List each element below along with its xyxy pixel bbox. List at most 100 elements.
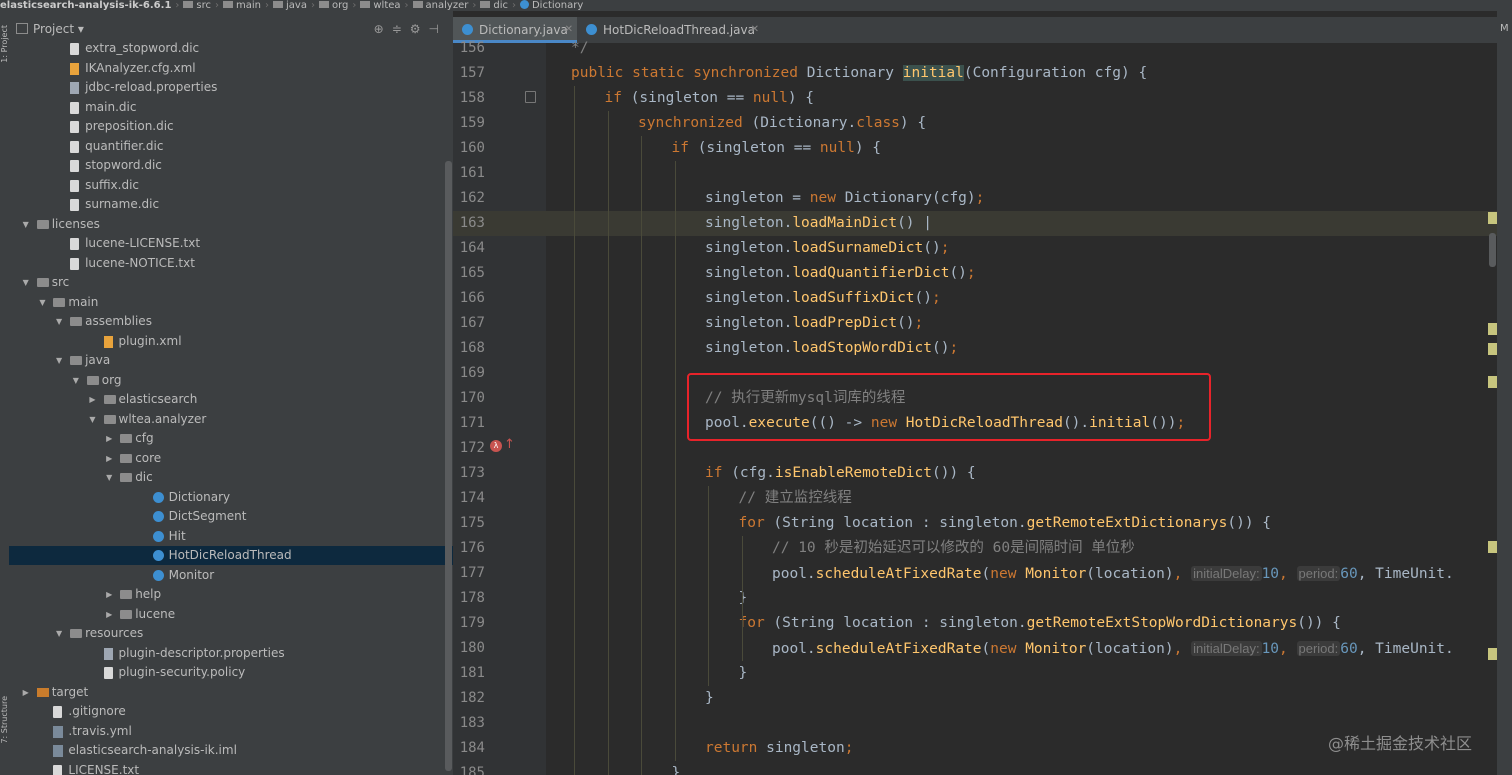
tree-item[interactable]: Monitor: [9, 566, 453, 585]
tree-item[interactable]: DictSegment: [9, 507, 453, 526]
breadcrumb-item[interactable]: org: [332, 0, 348, 10]
code-line[interactable]: 156 */: [453, 36, 1503, 61]
tree-item[interactable]: ▶ core: [9, 449, 453, 468]
structure-tool-window-label[interactable]: 7: Structure: [0, 696, 9, 744]
expanded-arrow-icon[interactable]: ▼: [54, 624, 64, 643]
breadcrumb-item[interactable]: dic: [493, 0, 508, 10]
tree-item[interactable]: suffix.dic: [9, 176, 453, 195]
code-line[interactable]: 173 if (cfg.isEnableRemoteDict()) {: [453, 461, 1503, 486]
collapsed-arrow-icon[interactable]: ▶: [88, 390, 98, 409]
expanded-arrow-icon[interactable]: ▼: [54, 351, 64, 370]
tree-item[interactable]: ▼ src: [9, 273, 453, 292]
tree-item[interactable]: ▼ licenses: [9, 215, 453, 234]
editor-scrollbar[interactable]: [1489, 233, 1496, 267]
tree-item[interactable]: Dictionary: [9, 488, 453, 507]
lambda-icon[interactable]: λ: [490, 440, 502, 452]
error-stripe-mark[interactable]: [1488, 212, 1497, 224]
code-line[interactable]: 157 public static synchronized Dictionary…: [453, 61, 1503, 86]
collapsed-arrow-icon[interactable]: ▶: [104, 429, 114, 448]
tree-item[interactable]: ▶ cfg: [9, 429, 453, 448]
code-line[interactable]: 178}: [453, 586, 1503, 611]
tree-item[interactable]: lucene-LICENSE.txt: [9, 234, 453, 253]
gear-icon[interactable]: ⚙: [410, 22, 429, 36]
tree-item[interactable]: ▼ assemblies: [9, 312, 453, 331]
expanded-arrow-icon[interactable]: ▼: [54, 312, 64, 331]
error-stripe-mark[interactable]: [1488, 376, 1497, 388]
code-line[interactable]: 181}: [453, 661, 1503, 686]
tree-item[interactable]: extra_stopword.dic: [9, 39, 453, 58]
error-stripe-mark[interactable]: [1488, 323, 1497, 335]
collapsed-arrow-icon[interactable]: ▶: [104, 449, 114, 468]
tree-item[interactable]: preposition.dic: [9, 117, 453, 136]
tree-item[interactable]: ▶ target: [9, 683, 453, 702]
tree-item[interactable]: ▼ wltea.analyzer: [9, 410, 453, 429]
expanded-arrow-icon[interactable]: ▼: [37, 293, 47, 312]
breadcrumb-item[interactable]: Dictionary: [532, 0, 583, 10]
expanded-arrow-icon[interactable]: ▼: [21, 215, 31, 234]
tree-item[interactable]: IKAnalyzer.cfg.xml: [9, 59, 453, 78]
breadcrumb-item[interactable]: analyzer: [426, 0, 469, 10]
breadcrumb-item[interactable]: main: [236, 0, 261, 10]
collapsed-arrow-icon[interactable]: ▶: [21, 683, 31, 702]
breadcrumb-item[interactable]: java: [286, 0, 307, 10]
tree-item[interactable]: ▶ elasticsearch: [9, 390, 453, 409]
tree-item[interactable]: Hit: [9, 527, 453, 546]
tree-item[interactable]: quantifier.dic: [9, 137, 453, 156]
maven-tool-window-label[interactable]: M: [1500, 23, 1509, 34]
tree-item[interactable]: ▼ java: [9, 351, 453, 370]
tree-item[interactable]: .travis.yml: [9, 722, 453, 741]
code-line[interactable]: 161: [453, 161, 1503, 186]
target-icon[interactable]: ⊕: [374, 22, 392, 36]
code-line[interactable]: 165 singleton.loadQuantifierDict();: [453, 261, 1503, 286]
project-scrollbar[interactable]: [445, 161, 452, 771]
code-line[interactable]: 166 singleton.loadSuffixDict();: [453, 286, 1503, 311]
tree-item[interactable]: plugin-descriptor.properties: [9, 644, 453, 663]
code-line[interactable]: 163 singleton.loadMainDict() |: [453, 211, 1503, 236]
code-line[interactable]: 174 // 建立监控线程: [453, 486, 1503, 511]
override-arrow-icon[interactable]: ↑: [504, 437, 515, 452]
code-line[interactable]: 180 pool.scheduleAtFixedRate(new Monitor(…: [453, 636, 1503, 661]
tree-item[interactable]: elasticsearch-analysis-ik.iml: [9, 741, 453, 760]
error-stripe-mark[interactable]: [1488, 343, 1497, 355]
code-line[interactable]: 159 synchronized (Dictionary.class) {: [453, 111, 1503, 136]
breadcrumb-item[interactable]: wltea: [373, 0, 400, 10]
tree-item[interactable]: plugin-security.policy: [9, 663, 453, 682]
code-line[interactable]: 175 for (String location : singleton.getR…: [453, 511, 1503, 536]
tree-item[interactable]: surname.dic: [9, 195, 453, 214]
expanded-arrow-icon[interactable]: ▼: [88, 410, 98, 429]
code-line[interactable]: 167 singleton.loadPrepDict();: [453, 311, 1503, 336]
code-line[interactable]: 158 if (singleton == null) {: [453, 86, 1503, 111]
tree-item[interactable]: plugin.xml: [9, 332, 453, 351]
code-line[interactable]: 182}: [453, 686, 1503, 711]
code-line[interactable]: 177 pool.scheduleAtFixedRate(new Monitor(…: [453, 561, 1503, 586]
code-line[interactable]: 179 for (String location : singleton.getR…: [453, 611, 1503, 636]
code-line[interactable]: 162 singleton = new Dictionary(cfg);: [453, 186, 1503, 211]
breadcrumb-item[interactable]: elasticsearch-analysis-ik-6.6.1: [0, 0, 171, 10]
expanded-arrow-icon[interactable]: ▼: [104, 468, 114, 487]
fold-icon[interactable]: [525, 91, 536, 103]
tree-item[interactable]: ▶ lucene: [9, 605, 453, 624]
tree-item[interactable]: lucene-NOTICE.txt: [9, 254, 453, 273]
code-line[interactable]: 176 // 10 秒是初始延迟可以修改的 60是间隔时间 单位秒: [453, 536, 1503, 561]
tree-item[interactable]: .gitignore: [9, 702, 453, 721]
tree-item[interactable]: main.dic: [9, 98, 453, 117]
collapsed-arrow-icon[interactable]: ▶: [104, 605, 114, 624]
tree-item[interactable]: stopword.dic: [9, 156, 453, 175]
tree-item[interactable]: ▼ dic: [9, 468, 453, 487]
tree-item[interactable]: ▼ main: [9, 293, 453, 312]
breadcrumb-item[interactable]: src: [196, 0, 211, 10]
tree-item[interactable]: ▶ help: [9, 585, 453, 604]
hide-icon[interactable]: ⊣: [429, 22, 447, 36]
collapsed-arrow-icon[interactable]: ▶: [104, 585, 114, 604]
tree-item[interactable]: HotDicReloadThread: [9, 546, 453, 565]
tree-item[interactable]: LICENSE.txt: [9, 761, 453, 775]
expanded-arrow-icon[interactable]: ▼: [21, 273, 31, 292]
project-tool-window-label[interactable]: 1: Project: [0, 25, 9, 63]
error-stripe-mark[interactable]: [1488, 648, 1497, 660]
code-line[interactable]: 164 singleton.loadSurnameDict();: [453, 236, 1503, 261]
expanded-arrow-icon[interactable]: ▼: [71, 371, 81, 390]
tree-item[interactable]: ▼ resources: [9, 624, 453, 643]
collapse-icon[interactable]: ≑: [392, 22, 410, 36]
code-line[interactable]: 168 singleton.loadStopWordDict();: [453, 336, 1503, 361]
project-view-dropdown[interactable]: Project ▾: [16, 22, 84, 36]
